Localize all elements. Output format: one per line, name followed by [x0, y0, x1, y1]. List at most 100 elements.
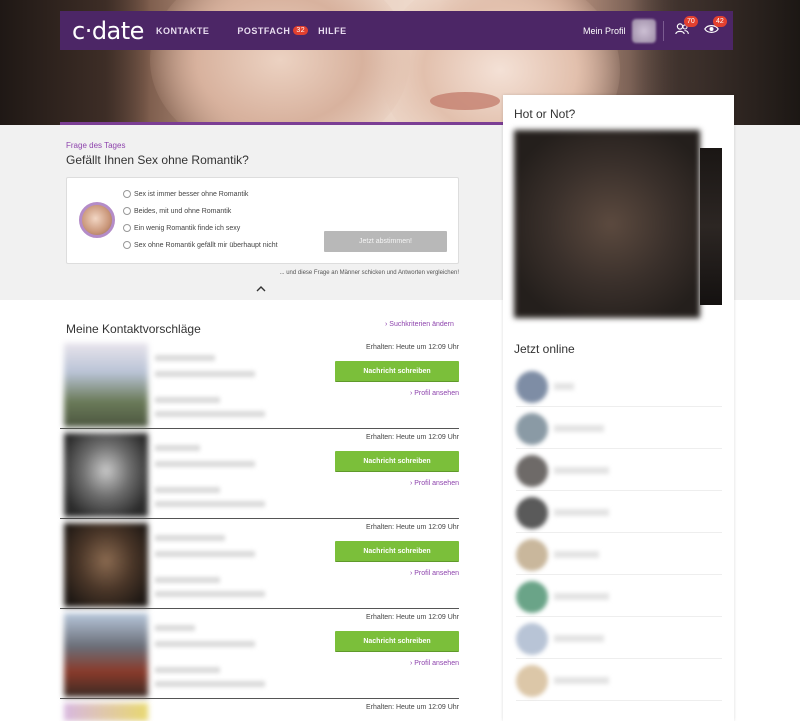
blurred-details [155, 487, 220, 493]
blurred-details [155, 641, 255, 647]
view-profile-link[interactable]: › Profil ansehen [410, 570, 459, 577]
radio-icon[interactable] [123, 224, 131, 232]
suggestion-card: Erhalten: Heute um 12:09 Uhr Nachricht s… [60, 431, 459, 519]
view-profile-label: Profil ansehen [414, 570, 459, 577]
avatar [516, 370, 548, 403]
received-time: Erhalten: Heute um 12:09 Uhr [366, 344, 459, 351]
nav-divider [663, 21, 664, 41]
avatar [516, 622, 548, 655]
view-profile-link[interactable]: › Profil ansehen [410, 390, 459, 397]
blurred-details [155, 371, 255, 377]
online-user-name [554, 509, 609, 516]
avatar [516, 580, 548, 613]
view-profile-link[interactable]: › Profil ansehen [410, 660, 459, 667]
write-message-button[interactable]: Nachricht schreiben [335, 631, 459, 652]
blurred-name [155, 625, 195, 631]
write-message-button[interactable]: Nachricht schreiben [335, 361, 459, 382]
poll-option-2[interactable]: Beides, mit und ohne Romantik [123, 207, 231, 215]
avatar [516, 496, 548, 529]
online-user-row[interactable] [516, 535, 722, 575]
postfach-badge: 32 [293, 25, 309, 35]
online-user-name [554, 677, 609, 684]
online-user-name [554, 425, 604, 432]
view-profile-link[interactable]: › Profil ansehen [410, 480, 459, 487]
search-criteria-link[interactable]: › Suchkriterien ändern [385, 321, 454, 328]
blurred-details [155, 551, 255, 557]
suggestion-card: Erhalten: Heute um 12:09 Uhr Nachricht s… [60, 611, 459, 699]
profile-menu[interactable]: Mein Profil [583, 11, 656, 50]
write-message-button[interactable]: Nachricht schreiben [335, 541, 459, 562]
suggestion-photo[interactable] [64, 703, 148, 721]
online-title: Jetzt online [514, 342, 575, 356]
poll-image [79, 202, 115, 238]
suggestions-title: Meine Kontaktvorschläge [66, 322, 201, 336]
blurred-details [155, 577, 220, 583]
view-profile-label: Profil ansehen [414, 390, 459, 397]
radio-icon[interactable] [123, 207, 131, 215]
avatar [631, 18, 656, 43]
online-user-name [554, 593, 609, 600]
blurred-name [155, 355, 215, 361]
view-profile-label: Profil ansehen [414, 660, 459, 667]
blurred-details [155, 501, 265, 507]
vote-button[interactable]: Jetzt abstimmen! [324, 231, 447, 252]
online-user-name [554, 467, 609, 474]
hot-or-not-photo[interactable] [514, 130, 700, 318]
received-time: Erhalten: Heute um 12:09 Uhr [366, 524, 459, 531]
nav-postfach-label: POSTFACH [237, 25, 291, 36]
poll-option-4[interactable]: Sex ohne Romantik gefällt mir überhaupt … [123, 241, 278, 249]
blurred-details [155, 591, 265, 597]
blurred-details [155, 397, 220, 403]
online-user-row[interactable] [516, 451, 722, 491]
hot-or-not-panel: Hot or Not? Jetzt online [503, 95, 734, 721]
radio-icon[interactable] [123, 190, 131, 198]
radio-icon[interactable] [123, 241, 131, 249]
logo[interactable]: c·date [72, 17, 156, 45]
online-user-row[interactable] [516, 409, 722, 449]
visitors-eye-icon[interactable]: 42 [703, 16, 727, 37]
online-user-name [554, 383, 574, 390]
avatar [516, 664, 548, 697]
poll-option-label: Sex ohne Romantik gefällt mir überhaupt … [134, 241, 278, 249]
online-user-row[interactable] [516, 367, 722, 407]
top-navigation: c·date KONTAKTE POSTFACH 32 HILFE Mein Pr… [60, 11, 733, 50]
nav-kontakte[interactable]: KONTAKTE [156, 26, 209, 36]
chevron-up-icon[interactable] [256, 283, 266, 295]
poll-option-label: Beides, mit und ohne Romantik [134, 207, 232, 215]
suggestion-photo[interactable] [64, 523, 148, 607]
contacts-icon[interactable]: 70 [674, 16, 698, 37]
suggestion-photo[interactable] [64, 613, 148, 697]
suggestion-photo[interactable] [64, 433, 148, 517]
compare-link[interactable]: ... und diese Frage an Männer schicken u… [257, 270, 459, 276]
write-message-button[interactable]: Nachricht schreiben [335, 451, 459, 472]
received-time: Erhalten: Heute um 12:09 Uhr [366, 614, 459, 621]
blurred-details [155, 667, 220, 673]
online-user-name [554, 551, 599, 558]
visitors-badge: 42 [713, 16, 727, 27]
poll-box: Sex ist immer besser ohne Romantik Beide… [66, 177, 459, 264]
contacts-badge: 70 [684, 16, 698, 27]
online-user-row[interactable] [516, 661, 722, 701]
nav-postfach[interactable]: POSTFACH 32 [237, 25, 309, 36]
question-title: Gefällt Ihnen Sex ohne Romantik? [66, 153, 249, 167]
received-time: Erhalten: Heute um 12:09 Uhr [366, 434, 459, 441]
hot-or-not-title: Hot or Not? [514, 107, 576, 121]
hero-lips [430, 92, 500, 110]
blurred-details [155, 681, 265, 687]
nav-hilfe[interactable]: HILFE [318, 26, 347, 36]
poll-option-1[interactable]: Sex ist immer besser ohne Romantik [123, 190, 248, 198]
online-user-row[interactable] [516, 577, 722, 617]
search-criteria-label: Suchkriterien ändern [389, 321, 454, 328]
poll-option-label: Sex ist immer besser ohne Romantik [134, 190, 249, 198]
blurred-name [155, 535, 225, 541]
poll-option-3[interactable]: Ein wenig Romantik finde ich sexy [123, 224, 240, 232]
blurred-details [155, 411, 265, 417]
suggestion-card: Erhalten: Heute um 12:09 Uhr Nachricht s… [60, 341, 459, 429]
online-user-row[interactable] [516, 619, 722, 659]
profile-label: Mein Profil [583, 25, 626, 36]
suggestion-photo[interactable] [64, 343, 148, 427]
online-user-row[interactable] [516, 493, 722, 533]
view-profile-label: Profil ansehen [414, 480, 459, 487]
hot-or-not-next-photo[interactable] [700, 148, 722, 305]
suggestion-card: Erhalten: Heute um 12:09 Uhr [60, 701, 459, 721]
